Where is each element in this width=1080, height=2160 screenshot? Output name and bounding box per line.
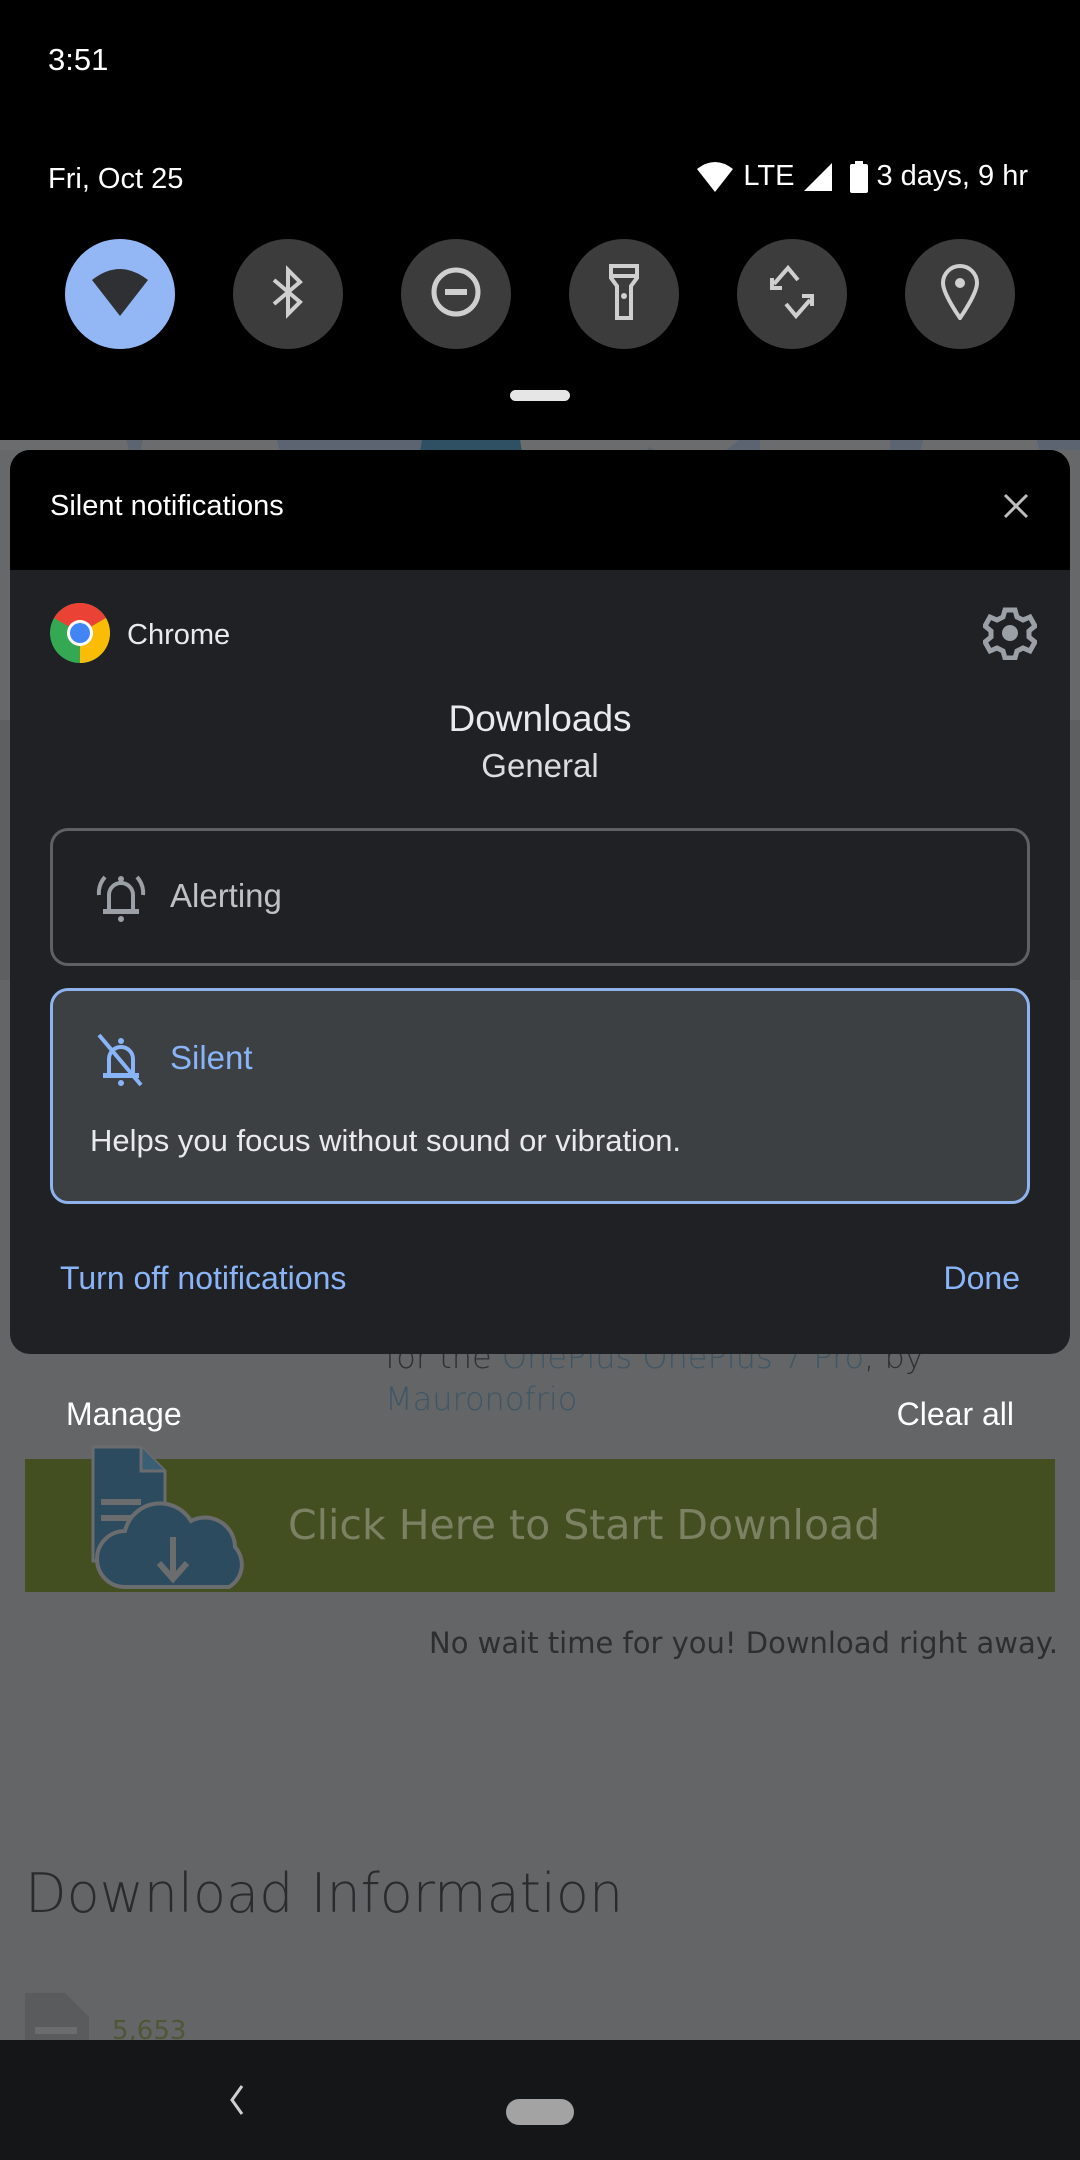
channel-group: General bbox=[481, 747, 599, 784]
alerting-option[interactable]: Alerting bbox=[50, 828, 1030, 966]
rotate-icon bbox=[764, 264, 820, 325]
home-button[interactable] bbox=[506, 2099, 574, 2125]
done-button[interactable]: Done bbox=[944, 1260, 1021, 1297]
bell-off-icon bbox=[95, 1033, 147, 1092]
cell-signal-icon bbox=[802, 161, 834, 193]
clear-all-button[interactable]: Clear all bbox=[897, 1396, 1014, 1433]
quick-settings-tiles bbox=[65, 239, 1015, 349]
start-download-button[interactable]: Click Here to Start Download bbox=[25, 1445, 1055, 1592]
bluetooth-icon bbox=[268, 264, 308, 325]
qs-tile-do-not-disturb[interactable] bbox=[401, 239, 511, 349]
app-header: Chrome bbox=[50, 602, 231, 668]
cloud-download-icon bbox=[85, 1437, 275, 1602]
battery-icon bbox=[850, 160, 869, 193]
silent-description: Helps you focus without sound or vibrati… bbox=[90, 1123, 682, 1158]
app-name: Chrome bbox=[127, 619, 231, 651]
download-information-heading: Download Information bbox=[25, 1862, 624, 1925]
channel-title: Downloads bbox=[448, 698, 632, 739]
qs-tile-flashlight[interactable] bbox=[569, 239, 679, 349]
manage-button[interactable]: Manage bbox=[66, 1396, 182, 1433]
section-title: Silent notifications bbox=[50, 490, 284, 522]
qs-expand-handle[interactable] bbox=[510, 390, 570, 401]
bell-ringing-icon bbox=[95, 871, 147, 928]
back-icon[interactable] bbox=[226, 2078, 246, 2127]
qs-tile-wifi[interactable] bbox=[65, 239, 175, 349]
notification-controls-card: Silent notifications Chrome Downloads Ge… bbox=[10, 450, 1070, 1354]
alerting-label: Alerting bbox=[170, 877, 282, 914]
chrome-logo-icon bbox=[50, 602, 111, 668]
qs-tile-bluetooth[interactable] bbox=[233, 239, 343, 349]
silent-label: Silent bbox=[170, 1039, 253, 1076]
silent-option[interactable]: Silent Helps you focus without sound or … bbox=[50, 988, 1030, 1204]
dnd-icon bbox=[429, 265, 483, 324]
qs-tile-location[interactable] bbox=[905, 239, 1015, 349]
battery-remaining: 3 days, 9 hr bbox=[876, 160, 1028, 192]
wifi-icon bbox=[90, 266, 150, 323]
notification-section-header: Silent notifications bbox=[10, 450, 1070, 570]
wifi-signal-icon bbox=[695, 161, 735, 193]
network-type-label: LTE bbox=[743, 160, 795, 192]
qs-tile-auto-rotate[interactable] bbox=[737, 239, 847, 349]
quick-settings-panel: 3:51 Fri, Oct 25 LTE 3 days, 9 hr bbox=[0, 0, 1080, 440]
status-bar-time: 3:51 bbox=[48, 42, 109, 77]
qs-status-icons: LTE 3 days, 9 hr bbox=[695, 160, 1028, 193]
qs-date[interactable]: Fri, Oct 25 bbox=[48, 163, 183, 196]
no-wait-text: No wait time for you! Download right awa… bbox=[429, 1626, 1058, 1660]
close-icon[interactable] bbox=[1002, 492, 1030, 525]
location-icon bbox=[940, 263, 980, 325]
flashlight-icon bbox=[607, 263, 641, 325]
gear-icon[interactable] bbox=[981, 606, 1039, 665]
turn-off-notifications-button[interactable]: Turn off notifications bbox=[60, 1260, 346, 1297]
author-link[interactable]: Mauronofrio bbox=[385, 1380, 577, 1418]
